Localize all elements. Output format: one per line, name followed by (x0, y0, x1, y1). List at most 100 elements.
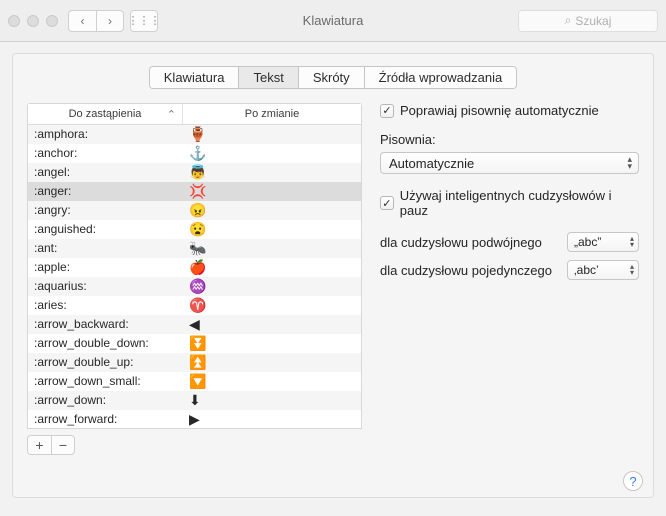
double-quote-row: dla cudzysłowu podwójnego „abc” ▴▾ (380, 232, 639, 252)
table-row[interactable]: :amphora:🏺 (28, 125, 361, 144)
auto-correct-label: Poprawiaj pisownię automatycznie (400, 103, 599, 118)
add-remove-bar: + − (27, 435, 362, 455)
tab-input-sources[interactable]: Źródła wprowadzania (365, 67, 517, 88)
options-column: ✓ Poprawiaj pisownię automatycznie Pisow… (380, 103, 639, 455)
replacements-column: Do zastąpienia ⌃ Po zmianie :amphora:🏺:a… (27, 103, 362, 455)
with-cell: 😧 (183, 220, 361, 239)
replace-cell: :anchor: (28, 144, 183, 163)
updown-icon: ▴▾ (630, 236, 634, 248)
add-button[interactable]: + (27, 435, 51, 455)
updown-icon: ▴▾ (627, 156, 632, 170)
smart-quotes-label: Używaj inteligentnych cudzysłowów i pauz (400, 188, 639, 218)
replace-cell: :arrow_down_small: (28, 372, 183, 391)
tab-keyboard[interactable]: Klawiatura (150, 67, 240, 88)
replace-cell: :arrow_down: (28, 391, 183, 410)
table-row[interactable]: :arrow_double_down:⏬ (28, 334, 361, 353)
table-row[interactable]: :angry:😠 (28, 201, 361, 220)
col-with-header[interactable]: Po zmianie (183, 104, 361, 124)
tab-text[interactable]: Tekst (239, 67, 298, 88)
with-cell: 👼 (183, 163, 361, 182)
table-header: Do zastąpienia ⌃ Po zmianie (28, 104, 361, 125)
search-icon: ⌕ (565, 13, 572, 28)
replace-cell: :arrow_forward: (28, 410, 183, 428)
table-row[interactable]: :anchor:⚓ (28, 144, 361, 163)
double-quote-label: dla cudzysłowu podwójnego (380, 235, 559, 250)
table-row[interactable]: :anger:💢 (28, 182, 361, 201)
with-cell: ♒ (183, 277, 361, 296)
table-row[interactable]: :anguished:😧 (28, 220, 361, 239)
titlebar: ‹ › ⋮⋮⋮ Klawiatura ⌕ Szukaj (0, 0, 666, 42)
with-cell: ⬇ (183, 391, 361, 410)
table-row[interactable]: :aquarius:♒ (28, 277, 361, 296)
tab-shortcuts[interactable]: Skróty (299, 67, 365, 88)
table-row[interactable]: :arrow_down:⬇ (28, 391, 361, 410)
smart-quotes-row[interactable]: ✓ Używaj inteligentnych cudzysłowów i pa… (380, 188, 639, 218)
table-row[interactable]: :arrow_backward:◀ (28, 315, 361, 334)
forward-button[interactable]: › (96, 10, 124, 32)
replace-cell: :ant: (28, 239, 183, 258)
smart-quotes-checkbox[interactable]: ✓ (380, 196, 394, 210)
chevron-right-icon: › (108, 14, 112, 28)
check-icon: ✓ (382, 104, 391, 117)
prefs-panel: Klawiatura Tekst Skróty Źródła wprowadza… (12, 53, 654, 498)
content: Klawiatura Tekst Skróty Źródła wprowadza… (0, 42, 666, 509)
double-quote-value: „abc” (574, 235, 601, 249)
auto-correct-row[interactable]: ✓ Poprawiaj pisownię automatycznie (380, 103, 639, 118)
with-cell: ◀ (183, 315, 361, 334)
show-all-button[interactable]: ⋮⋮⋮ (130, 10, 158, 32)
table-row[interactable]: :angel:👼 (28, 163, 361, 182)
col-replace-label: Do zastąpienia (69, 108, 142, 120)
nav-buttons: ‹ › (68, 10, 124, 32)
sort-indicator-icon: ⌃ (167, 108, 176, 121)
window-title: Klawiatura (303, 13, 364, 28)
with-cell: 😠 (183, 201, 361, 220)
search-field[interactable]: ⌕ Szukaj (518, 10, 658, 32)
table-row[interactable]: :aries:♈ (28, 296, 361, 315)
back-button[interactable]: ‹ (68, 10, 96, 32)
replace-cell: :arrow_double_up: (28, 353, 183, 372)
double-quote-select[interactable]: „abc” ▴▾ (567, 232, 639, 252)
table-row[interactable]: :ant:🐜 (28, 239, 361, 258)
with-cell: 🍎 (183, 258, 361, 277)
with-cell: ♈ (183, 296, 361, 315)
help-icon: ? (629, 474, 636, 489)
zoom-dot[interactable] (46, 15, 58, 27)
with-cell: ⏫ (183, 353, 361, 372)
with-cell: ▶ (183, 410, 361, 428)
spelling-select[interactable]: Automatycznie ▴▾ (380, 152, 639, 174)
replacements-table: Do zastąpienia ⌃ Po zmianie :amphora:🏺:a… (27, 103, 362, 429)
minimize-dot[interactable] (27, 15, 39, 27)
table-row[interactable]: :arrow_down_small:🔽 (28, 372, 361, 391)
with-cell: 🔽 (183, 372, 361, 391)
replace-cell: :angry: (28, 201, 183, 220)
with-cell: 🏺 (183, 125, 361, 144)
with-cell: 💢 (183, 182, 361, 201)
spelling-value: Automatycznie (389, 156, 474, 171)
table-row[interactable]: :arrow_forward:▶ (28, 410, 361, 428)
with-cell: 🐜 (183, 239, 361, 258)
replace-cell: :aries: (28, 296, 183, 315)
auto-correct-checkbox[interactable]: ✓ (380, 104, 394, 118)
tabs-bar: Klawiatura Tekst Skróty Źródła wprowadza… (27, 66, 639, 89)
replace-cell: :arrow_double_down: (28, 334, 183, 353)
single-quote-select[interactable]: ‚abc’ ▴▾ (567, 260, 639, 280)
chevron-left-icon: ‹ (81, 14, 85, 28)
single-quote-row: dla cudzysłowu pojedynczego ‚abc’ ▴▾ (380, 260, 639, 280)
help-button[interactable]: ? (623, 471, 643, 491)
table-body[interactable]: :amphora:🏺:anchor:⚓:angel:👼:anger:💢:angr… (28, 125, 361, 428)
remove-button[interactable]: − (51, 435, 75, 455)
replace-cell: :angel: (28, 163, 183, 182)
table-row[interactable]: :apple:🍎 (28, 258, 361, 277)
replace-cell: :anger: (28, 182, 183, 201)
replace-cell: :arrow_backward: (28, 315, 183, 334)
table-row[interactable]: :arrow_double_up:⏫ (28, 353, 361, 372)
with-cell: ⚓ (183, 144, 361, 163)
col-replace-header[interactable]: Do zastąpienia ⌃ (28, 104, 183, 124)
single-quote-value: ‚abc’ (574, 263, 599, 277)
replace-cell: :amphora: (28, 125, 183, 144)
close-dot[interactable] (8, 15, 20, 27)
spelling-label: Pisownia: (380, 132, 639, 147)
grid-icon: ⋮⋮⋮ (128, 14, 161, 27)
replace-cell: :anguished: (28, 220, 183, 239)
replace-cell: :apple: (28, 258, 183, 277)
